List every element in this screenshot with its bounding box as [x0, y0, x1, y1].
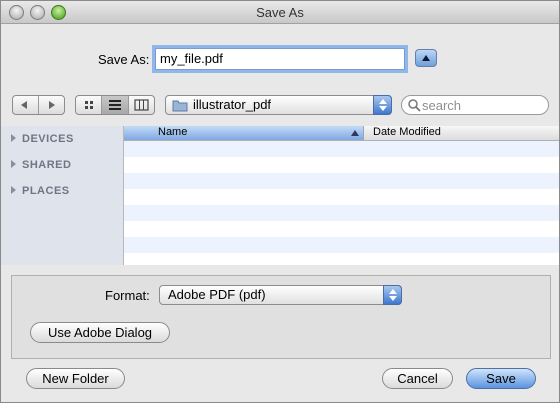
search-field[interactable]: search: [401, 95, 549, 115]
title-bar: Save As: [1, 1, 559, 24]
icon-view-button[interactable]: [76, 96, 103, 114]
list-view-button[interactable]: [102, 96, 129, 114]
list-row: [124, 221, 559, 237]
list-header: Name Date Modified: [124, 126, 559, 141]
location-popup[interactable]: illustrator_pdf: [165, 95, 392, 115]
forward-button[interactable]: [39, 96, 64, 114]
column-header-name[interactable]: Name: [124, 126, 364, 140]
up-arrow-icon: [389, 289, 397, 294]
list-row: [124, 189, 559, 205]
format-stepper: [383, 285, 402, 305]
save-button[interactable]: Save: [466, 368, 536, 389]
window-title: Save As: [256, 5, 304, 20]
use-adobe-dialog-button[interactable]: Use Adobe Dialog: [30, 322, 170, 343]
format-options-panel: Format: Adobe PDF (pdf) Use Adobe Dialog: [11, 275, 551, 359]
expand-dialog-button[interactable]: [415, 49, 437, 67]
location-stepper: [373, 95, 392, 115]
sidebar-item-places[interactable]: PLACES: [11, 185, 70, 197]
disclosure-triangle-icon: [11, 160, 16, 168]
list-row: [124, 173, 559, 189]
list-view-icon: [109, 100, 122, 110]
column-view-button[interactable]: [129, 96, 154, 114]
back-forward-control: [12, 95, 65, 115]
disclosure-triangle-icon: [11, 186, 16, 194]
filename-field[interactable]: my_file.pdf: [155, 48, 405, 70]
format-label: Format:: [105, 288, 150, 303]
sidebar-item-devices[interactable]: DEVICES: [11, 133, 74, 145]
file-list[interactable]: Name Date Modified: [124, 126, 559, 265]
disclosure-up-icon: [422, 55, 430, 61]
forward-arrow-icon: [49, 101, 55, 109]
new-folder-button[interactable]: New Folder: [26, 368, 125, 389]
down-arrow-icon: [379, 106, 387, 111]
filename-value: my_file.pdf: [160, 51, 223, 66]
location-value: illustrator_pdf: [193, 97, 272, 112]
cancel-button[interactable]: Cancel: [382, 368, 453, 389]
list-row: [124, 205, 559, 221]
down-arrow-icon: [389, 296, 397, 301]
disclosure-triangle-icon: [11, 134, 16, 142]
icon-view-icon: [85, 101, 93, 109]
search-placeholder: search: [422, 98, 462, 113]
list-row: [124, 157, 559, 173]
sort-ascending-icon: [351, 130, 359, 136]
search-icon: [408, 99, 421, 112]
save-as-label: Save As:: [98, 52, 150, 67]
list-row: [124, 141, 559, 157]
format-value: Adobe PDF (pdf): [168, 287, 266, 302]
column-header-date-modified[interactable]: Date Modified: [373, 126, 441, 138]
save-as-dialog: Save As Save As: my_file.pdf illustrator…: [0, 0, 560, 403]
back-arrow-icon: [21, 101, 27, 109]
format-popup[interactable]: Adobe PDF (pdf): [159, 285, 402, 305]
folder-icon: [172, 100, 188, 112]
sidebar: DEVICES SHARED PLACES: [1, 126, 124, 265]
up-arrow-icon: [379, 99, 387, 104]
column-view-icon: [134, 99, 149, 111]
view-mode-control: [75, 95, 155, 115]
sidebar-item-shared[interactable]: SHARED: [11, 159, 71, 171]
list-row: [124, 253, 559, 265]
list-row: [124, 237, 559, 253]
back-button[interactable]: [13, 96, 39, 114]
